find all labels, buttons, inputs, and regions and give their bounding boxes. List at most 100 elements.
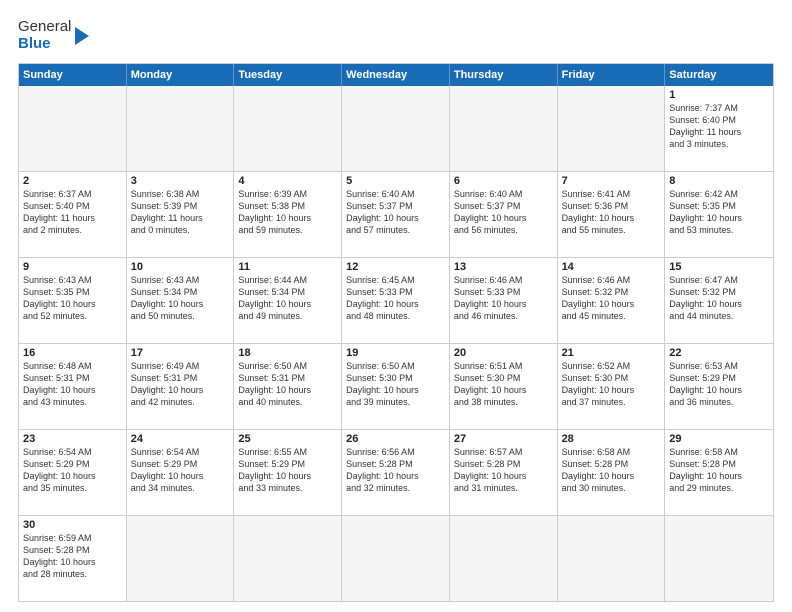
day-cell-4: 4Sunrise: 6:39 AM Sunset: 5:38 PM Daylig… [234,172,342,257]
day-info: Sunrise: 6:51 AM Sunset: 5:30 PM Dayligh… [454,360,553,409]
day-cell-3: 3Sunrise: 6:38 AM Sunset: 5:39 PM Daylig… [127,172,235,257]
day-info: Sunrise: 6:55 AM Sunset: 5:29 PM Dayligh… [238,446,337,495]
day-number: 26 [346,433,445,445]
day-number: 8 [669,175,769,187]
day-cell-1: 1Sunrise: 7:37 AM Sunset: 6:40 PM Daylig… [665,86,773,171]
day-info: Sunrise: 6:57 AM Sunset: 5:28 PM Dayligh… [454,446,553,495]
day-number: 16 [23,347,122,359]
day-cell-26: 26Sunrise: 6:56 AM Sunset: 5:28 PM Dayli… [342,430,450,515]
day-cell-18: 18Sunrise: 6:50 AM Sunset: 5:31 PM Dayli… [234,344,342,429]
header: General Blue [18,18,774,53]
calendar-row-5: 30Sunrise: 6:59 AM Sunset: 5:28 PM Dayli… [19,515,773,601]
day-info: Sunrise: 6:52 AM Sunset: 5:30 PM Dayligh… [562,360,661,409]
day-cell-11: 11Sunrise: 6:44 AM Sunset: 5:34 PM Dayli… [234,258,342,343]
day-number: 11 [238,261,337,273]
empty-cell-0-1 [127,86,235,171]
day-info: Sunrise: 6:42 AM Sunset: 5:35 PM Dayligh… [669,188,769,237]
empty-cell-5-4 [450,516,558,601]
day-number: 6 [454,175,553,187]
day-info: Sunrise: 6:43 AM Sunset: 5:35 PM Dayligh… [23,274,122,323]
day-cell-30: 30Sunrise: 6:59 AM Sunset: 5:28 PM Dayli… [19,516,127,601]
day-number: 4 [238,175,337,187]
day-number: 21 [562,347,661,359]
day-cell-7: 7Sunrise: 6:41 AM Sunset: 5:36 PM Daylig… [558,172,666,257]
day-info: Sunrise: 6:46 AM Sunset: 5:32 PM Dayligh… [562,274,661,323]
day-cell-12: 12Sunrise: 6:45 AM Sunset: 5:33 PM Dayli… [342,258,450,343]
header-day-saturday: Saturday [665,64,773,86]
day-info: Sunrise: 6:54 AM Sunset: 5:29 PM Dayligh… [23,446,122,495]
day-number: 22 [669,347,769,359]
day-number: 3 [131,175,230,187]
header-day-monday: Monday [127,64,235,86]
calendar: SundayMondayTuesdayWednesdayThursdayFrid… [18,63,774,603]
day-cell-23: 23Sunrise: 6:54 AM Sunset: 5:29 PM Dayli… [19,430,127,515]
day-number: 15 [669,261,769,273]
day-info: Sunrise: 6:54 AM Sunset: 5:29 PM Dayligh… [131,446,230,495]
day-info: Sunrise: 6:56 AM Sunset: 5:28 PM Dayligh… [346,446,445,495]
day-info: Sunrise: 6:58 AM Sunset: 5:28 PM Dayligh… [562,446,661,495]
day-info: Sunrise: 6:50 AM Sunset: 5:30 PM Dayligh… [346,360,445,409]
day-number: 12 [346,261,445,273]
day-number: 23 [23,433,122,445]
header-day-friday: Friday [558,64,666,86]
day-cell-22: 22Sunrise: 6:53 AM Sunset: 5:29 PM Dayli… [665,344,773,429]
day-cell-14: 14Sunrise: 6:46 AM Sunset: 5:32 PM Dayli… [558,258,666,343]
calendar-header: SundayMondayTuesdayWednesdayThursdayFrid… [19,64,773,86]
day-cell-27: 27Sunrise: 6:57 AM Sunset: 5:28 PM Dayli… [450,430,558,515]
day-info: Sunrise: 6:37 AM Sunset: 5:40 PM Dayligh… [23,188,122,237]
day-cell-8: 8Sunrise: 6:42 AM Sunset: 5:35 PM Daylig… [665,172,773,257]
day-info: Sunrise: 6:44 AM Sunset: 5:34 PM Dayligh… [238,274,337,323]
header-day-thursday: Thursday [450,64,558,86]
day-number: 30 [23,519,122,531]
day-number: 18 [238,347,337,359]
calendar-body: 1Sunrise: 7:37 AM Sunset: 6:40 PM Daylig… [19,86,773,602]
empty-cell-5-2 [234,516,342,601]
empty-cell-0-5 [558,86,666,171]
day-info: Sunrise: 6:58 AM Sunset: 5:28 PM Dayligh… [669,446,769,495]
day-cell-10: 10Sunrise: 6:43 AM Sunset: 5:34 PM Dayli… [127,258,235,343]
calendar-row-1: 2Sunrise: 6:37 AM Sunset: 5:40 PM Daylig… [19,171,773,257]
header-day-wednesday: Wednesday [342,64,450,86]
day-number: 2 [23,175,122,187]
day-info: Sunrise: 6:48 AM Sunset: 5:31 PM Dayligh… [23,360,122,409]
day-info: Sunrise: 6:53 AM Sunset: 5:29 PM Dayligh… [669,360,769,409]
day-number: 17 [131,347,230,359]
day-info: Sunrise: 6:40 AM Sunset: 5:37 PM Dayligh… [346,188,445,237]
day-info: Sunrise: 6:39 AM Sunset: 5:38 PM Dayligh… [238,188,337,237]
empty-cell-0-4 [450,86,558,171]
day-info: Sunrise: 6:38 AM Sunset: 5:39 PM Dayligh… [131,188,230,237]
day-number: 24 [131,433,230,445]
day-number: 25 [238,433,337,445]
day-cell-6: 6Sunrise: 6:40 AM Sunset: 5:37 PM Daylig… [450,172,558,257]
day-cell-15: 15Sunrise: 6:47 AM Sunset: 5:32 PM Dayli… [665,258,773,343]
day-info: Sunrise: 7:37 AM Sunset: 6:40 PM Dayligh… [669,102,769,151]
empty-cell-0-3 [342,86,450,171]
logo-general: General [18,18,71,35]
empty-cell-0-2 [234,86,342,171]
day-number: 5 [346,175,445,187]
day-number: 7 [562,175,661,187]
day-info: Sunrise: 6:50 AM Sunset: 5:31 PM Dayligh… [238,360,337,409]
day-info: Sunrise: 6:45 AM Sunset: 5:33 PM Dayligh… [346,274,445,323]
page: General Blue SundayMondayTuesdayWednesda… [0,0,792,612]
day-number: 28 [562,433,661,445]
day-number: 19 [346,347,445,359]
day-number: 20 [454,347,553,359]
empty-cell-5-3 [342,516,450,601]
day-info: Sunrise: 6:46 AM Sunset: 5:33 PM Dayligh… [454,274,553,323]
header-day-tuesday: Tuesday [234,64,342,86]
day-number: 13 [454,261,553,273]
day-number: 10 [131,261,230,273]
logo: General Blue [18,18,89,53]
day-info: Sunrise: 6:49 AM Sunset: 5:31 PM Dayligh… [131,360,230,409]
day-cell-21: 21Sunrise: 6:52 AM Sunset: 5:30 PM Dayli… [558,344,666,429]
empty-cell-5-5 [558,516,666,601]
day-cell-2: 2Sunrise: 6:37 AM Sunset: 5:40 PM Daylig… [19,172,127,257]
logo-blue: Blue [18,35,71,52]
day-number: 29 [669,433,769,445]
calendar-row-3: 16Sunrise: 6:48 AM Sunset: 5:31 PM Dayli… [19,343,773,429]
day-cell-29: 29Sunrise: 6:58 AM Sunset: 5:28 PM Dayli… [665,430,773,515]
calendar-row-4: 23Sunrise: 6:54 AM Sunset: 5:29 PM Dayli… [19,429,773,515]
day-number: 9 [23,261,122,273]
day-cell-9: 9Sunrise: 6:43 AM Sunset: 5:35 PM Daylig… [19,258,127,343]
